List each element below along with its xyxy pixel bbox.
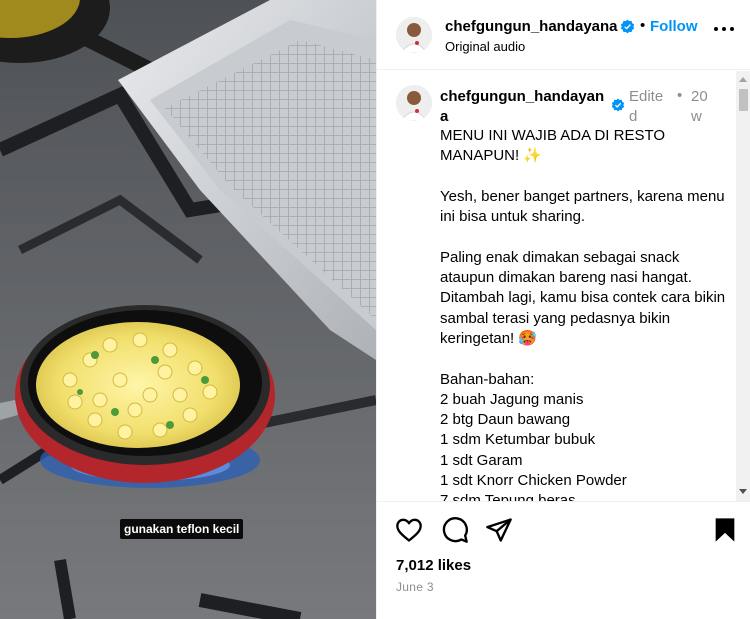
scrollbar-thumb[interactable] xyxy=(739,89,748,111)
verified-badge-icon xyxy=(611,98,625,112)
avatar-photo xyxy=(396,17,432,53)
share-icon[interactable] xyxy=(485,516,513,544)
separator-dot: • xyxy=(677,87,683,104)
comment-icon[interactable] xyxy=(441,516,469,544)
bookmark-icon[interactable] xyxy=(711,516,739,544)
edited-label: Edited xyxy=(629,88,664,125)
follow-button[interactable]: Follow xyxy=(650,18,698,35)
more-options-icon[interactable] xyxy=(714,26,734,32)
caption-text: MENU INI WAJIB ADA DI RESTO MANAPUN! ✨ Y… xyxy=(440,127,726,501)
post-media[interactable]: gunakan teflon kecil xyxy=(0,0,376,619)
post-author-username[interactable]: chefgungun_handayana xyxy=(445,18,618,35)
separator-dot: • xyxy=(640,17,646,34)
caption-username[interactable]: chefgungun_handayana xyxy=(440,87,608,127)
caption-area: chefgungun_handayana Edited • 20w MENU I… xyxy=(377,71,750,501)
post-panel: chefgungun_handayana • Follow Original a… xyxy=(376,0,750,619)
avatar[interactable] xyxy=(396,17,432,53)
post-actions: 7,012 likes June 3 xyxy=(377,501,750,619)
verified-badge-icon xyxy=(620,19,635,34)
avatar-photo xyxy=(396,85,432,121)
post-date[interactable]: June 3 xyxy=(396,580,434,594)
post-header: chefgungun_handayana • Follow Original a… xyxy=(377,0,750,70)
scroll-down-arrow-icon[interactable] xyxy=(739,489,747,494)
caption-avatar[interactable] xyxy=(396,85,432,121)
caption-scrollbar[interactable] xyxy=(736,71,750,501)
video-subtitle: gunakan teflon kecil xyxy=(120,519,244,539)
audio-link[interactable]: Original audio xyxy=(445,39,525,54)
heart-icon[interactable] xyxy=(395,516,423,544)
post-time-ago[interactable]: 20w xyxy=(691,87,715,127)
scroll-up-arrow-icon[interactable] xyxy=(739,77,747,82)
likes-count[interactable]: 7,012 likes xyxy=(396,557,471,574)
